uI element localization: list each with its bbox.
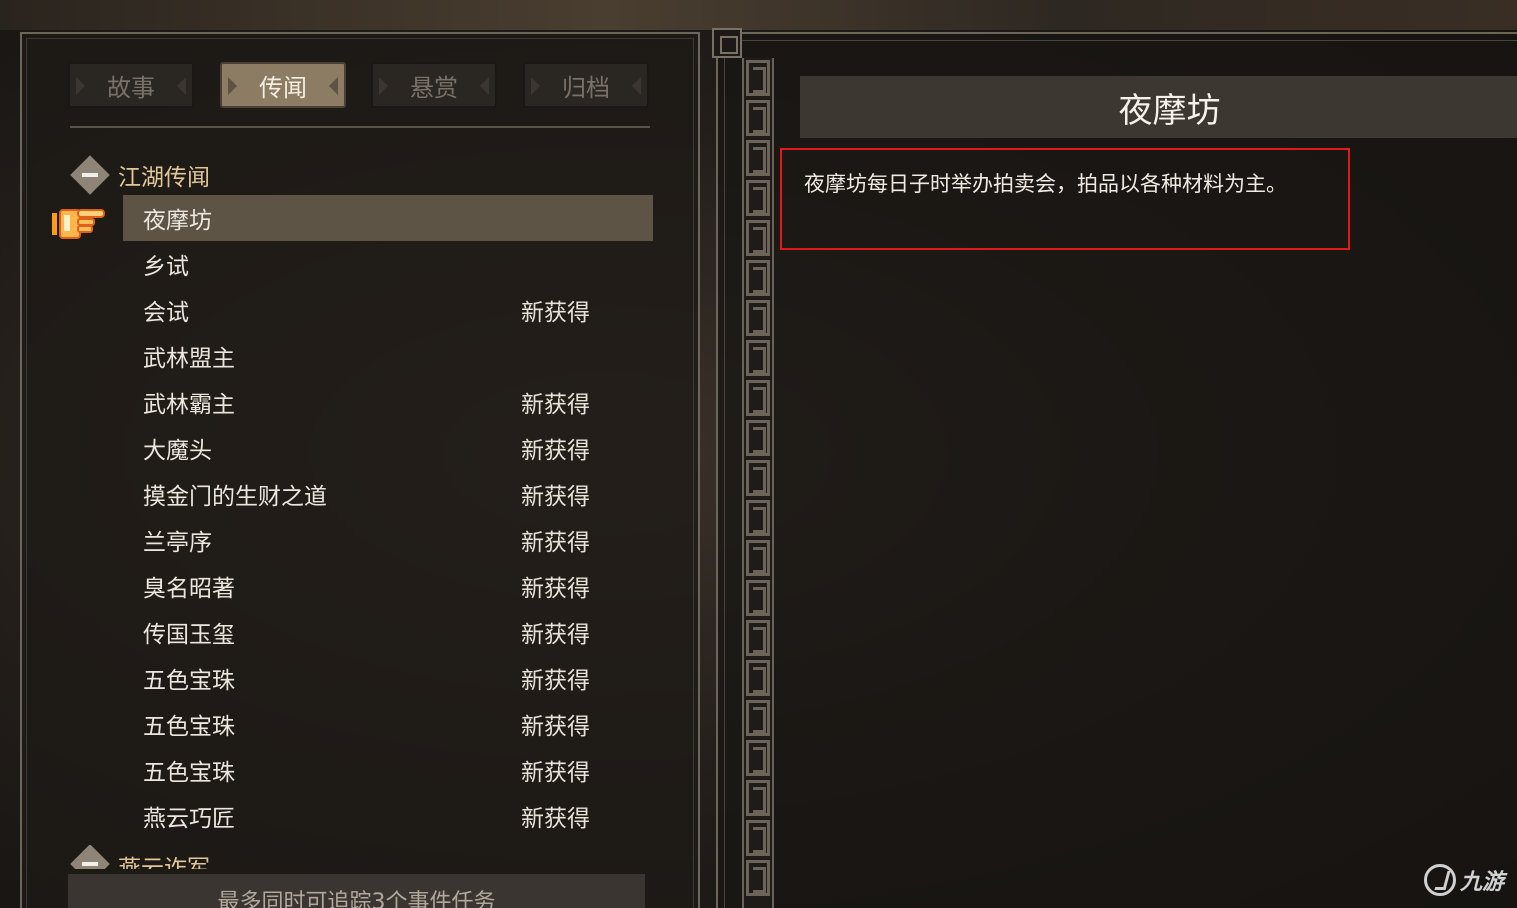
list-item[interactable]: 五色宝珠 新获得 <box>123 701 653 747</box>
entry-name: 五色宝珠 <box>143 668 235 694</box>
new-badge: 新获得 <box>521 300 590 326</box>
list-item[interactable]: 传国玉玺 新获得 <box>123 609 653 655</box>
new-badge: 新获得 <box>521 484 590 510</box>
category-label: 燕云诈军 <box>118 856 210 869</box>
detail-title: 夜摩坊 <box>1118 90 1221 131</box>
new-badge: 新获得 <box>521 760 590 786</box>
detail-description: 夜摩坊每日子时举办拍卖会，拍品以各种材料为主。 <box>804 172 1287 196</box>
category-label: 江湖传闻 <box>118 165 210 191</box>
rumor-list: 夜摩坊 乡试 会试 新获得 武林盟主 武林霸主 新获得 大魔头 新获得 摸金门的… <box>123 195 653 839</box>
tracking-note-bar: 最多同时可追踪3个事件任务 <box>68 874 645 908</box>
list-item[interactable]: 兰亭序 新获得 <box>123 517 653 563</box>
tab-archive[interactable]: 归档 <box>523 62 649 108</box>
new-badge: 新获得 <box>521 668 590 694</box>
entry-name: 大魔头 <box>143 438 212 464</box>
pointing-hand-icon <box>52 209 105 239</box>
list-item[interactable]: 武林霸主 新获得 <box>123 379 653 425</box>
new-badge: 新获得 <box>521 438 590 464</box>
detail-title-bar: 夜摩坊 <box>800 76 1517 138</box>
list-item[interactable]: 燕云巧匠 新获得 <box>123 793 653 839</box>
entry-name: 夜摩坊 <box>143 208 212 234</box>
new-badge: 新获得 <box>521 392 590 418</box>
tab-divider <box>70 126 650 128</box>
corner-ornament <box>712 28 742 58</box>
tab-label: 故事 <box>107 73 155 102</box>
entry-name: 武林盟主 <box>143 346 235 372</box>
list-item[interactable]: 夜摩坊 <box>123 195 653 241</box>
entry-name: 乡试 <box>143 254 189 280</box>
list-item[interactable]: 乡试 <box>123 241 653 287</box>
site-watermark: 九游 <box>1424 864 1504 896</box>
tracking-note: 最多同时可追踪3个事件任务 <box>217 890 496 908</box>
tab-story[interactable]: 故事 <box>68 62 194 108</box>
background-strip <box>0 0 1517 30</box>
entry-name: 五色宝珠 <box>143 760 235 786</box>
new-badge: 新获得 <box>521 806 590 832</box>
new-badge: 新获得 <box>521 576 590 602</box>
entry-name: 武林霸主 <box>143 392 235 418</box>
list-item[interactable]: 五色宝珠 新获得 <box>123 747 653 793</box>
entry-name: 会试 <box>143 300 189 326</box>
entry-name: 兰亭序 <box>143 530 212 556</box>
category-header-jianghu[interactable]: 江湖传闻 <box>70 155 210 195</box>
tab-label: 归档 <box>562 73 610 102</box>
entry-name: 摸金门的生财之道 <box>143 484 327 510</box>
fret-border-ornament <box>742 58 774 908</box>
entry-name: 五色宝珠 <box>143 714 235 740</box>
collapse-diamond-icon[interactable] <box>70 845 110 869</box>
tab-label: 悬赏 <box>410 73 458 102</box>
description-highlight-box: 夜摩坊每日子时举办拍卖会，拍品以各种材料为主。 <box>780 148 1350 250</box>
new-badge: 新获得 <box>521 530 590 556</box>
tab-bounty[interactable]: 悬赏 <box>371 62 497 108</box>
new-badge: 新获得 <box>521 622 590 648</box>
new-badge: 新获得 <box>521 714 590 740</box>
entry-name: 臭名昭著 <box>143 576 235 602</box>
list-item[interactable]: 臭名昭著 新获得 <box>123 563 653 609</box>
collapse-diamond-icon[interactable] <box>70 155 110 195</box>
list-item[interactable]: 武林盟主 <box>123 333 653 379</box>
category-header-yanyun[interactable]: 燕云诈军 <box>70 845 210 869</box>
category-tabs: 故事 传闻 悬赏 归档 <box>68 62 658 108</box>
entry-name: 燕云巧匠 <box>143 806 235 832</box>
list-item[interactable]: 会试 新获得 <box>123 287 653 333</box>
jiuyou-logo-icon <box>1424 864 1456 896</box>
list-item[interactable]: 摸金门的生财之道 新获得 <box>123 471 653 517</box>
tab-rumors[interactable]: 传闻 <box>220 62 346 108</box>
list-item[interactable]: 五色宝珠 新获得 <box>123 655 653 701</box>
list-item[interactable]: 大魔头 新获得 <box>123 425 653 471</box>
entry-name: 传国玉玺 <box>143 622 235 648</box>
tab-label: 传闻 <box>259 73 307 102</box>
watermark-text: 九游 <box>1460 870 1505 895</box>
